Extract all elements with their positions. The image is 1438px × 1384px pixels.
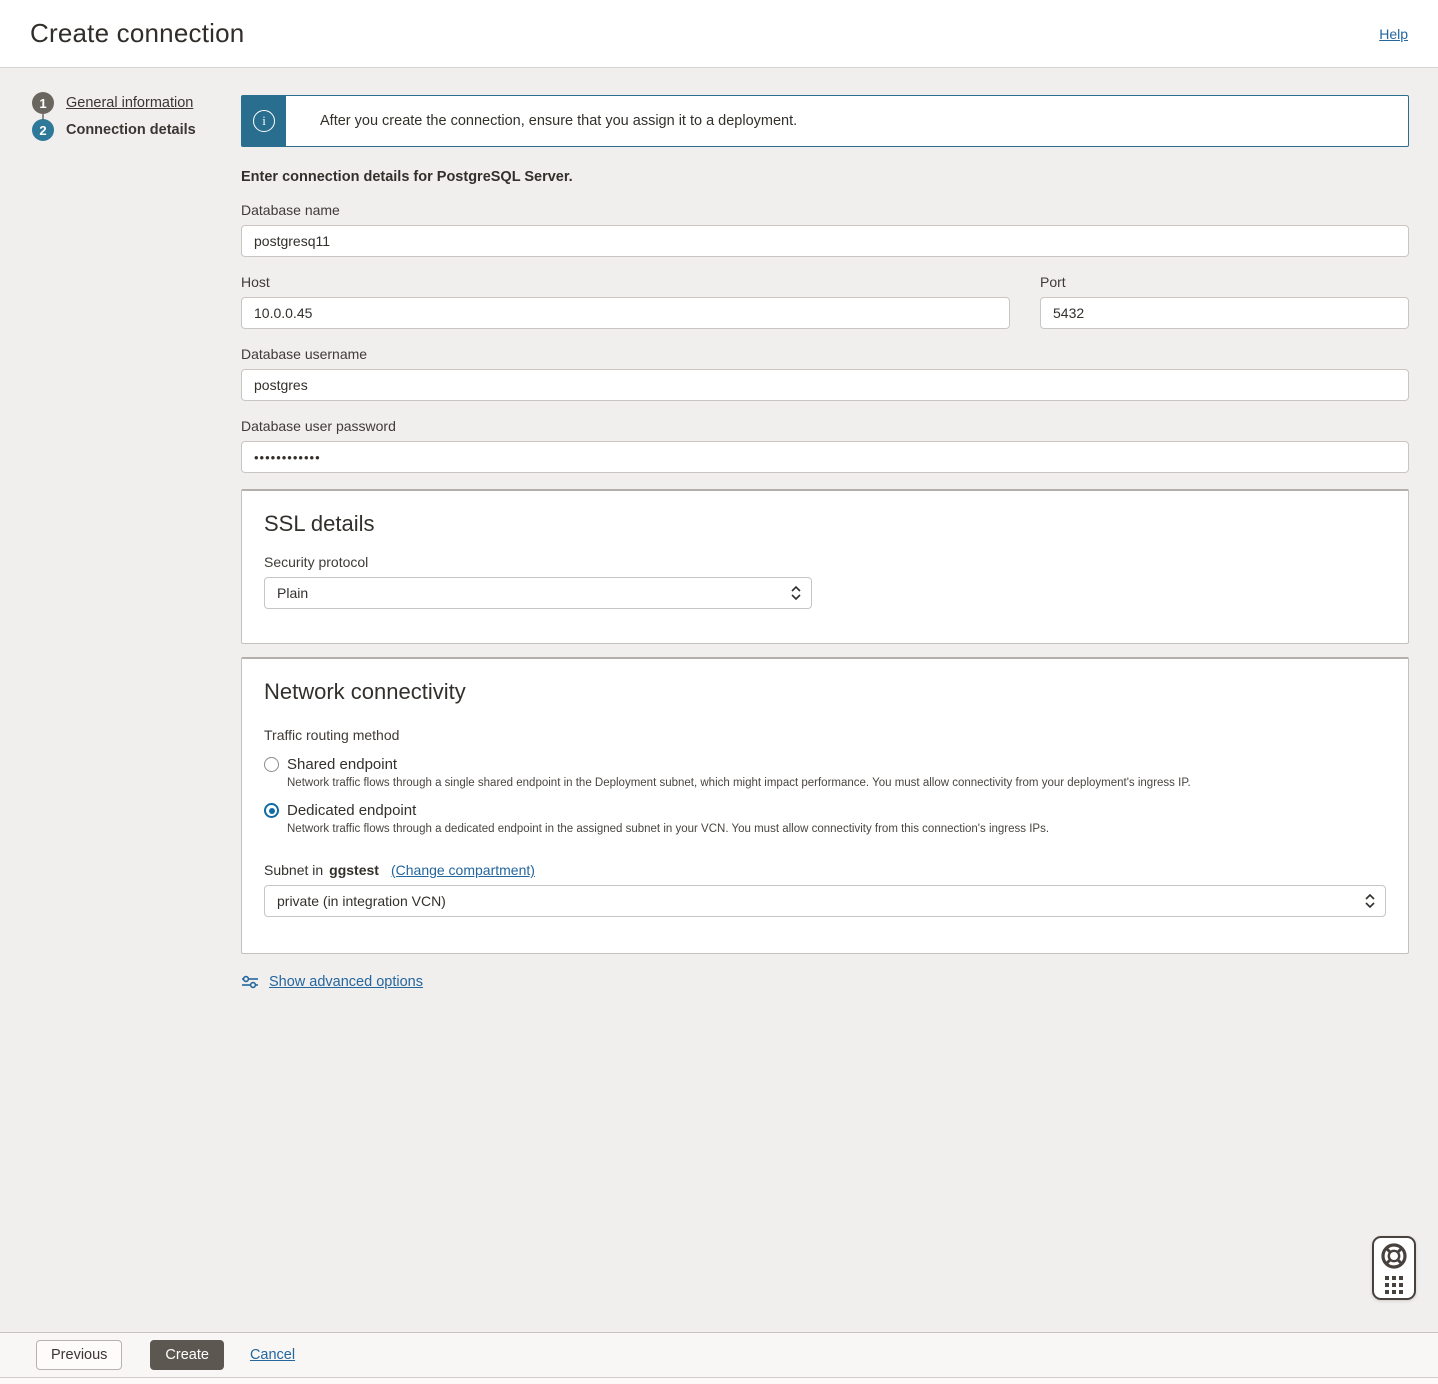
network-connectivity-panel: Network connectivity Traffic routing met… xyxy=(241,657,1409,954)
dedicated-endpoint-option[interactable]: Dedicated endpoint xyxy=(264,802,1386,819)
dedicated-endpoint-label: Dedicated endpoint xyxy=(287,802,417,819)
traffic-routing-method-label: Traffic routing method xyxy=(264,727,400,743)
host-label: Host xyxy=(241,274,270,290)
database-user-password-input[interactable] xyxy=(241,441,1409,473)
dedicated-endpoint-description: Network traffic flows through a dedicate… xyxy=(287,823,1050,835)
port-input[interactable] xyxy=(1040,297,1409,329)
wizard-stepper: 1 General information 2 Connection detai… xyxy=(0,68,241,146)
step-1-label: General information xyxy=(66,95,193,111)
info-banner-icon-box: i xyxy=(242,96,286,146)
dedicated-endpoint-radio[interactable] xyxy=(264,803,279,818)
subnet-label-prefix: Subnet in xyxy=(264,862,324,878)
step-1-circle: 1 xyxy=(32,92,54,114)
form-intro-text: Enter connection details for PostgreSQL … xyxy=(241,169,573,185)
select-chevrons-icon xyxy=(791,586,801,600)
subnet-select[interactable]: private (in integration VCN) xyxy=(264,885,1386,917)
security-protocol-value: Plain xyxy=(277,585,309,601)
subnet-select-value: private (in integration VCN) xyxy=(277,893,446,909)
page-title: Create connection xyxy=(30,18,245,48)
life-ring-icon xyxy=(1381,1243,1407,1269)
shared-endpoint-option[interactable]: Shared endpoint xyxy=(264,756,1386,773)
host-input[interactable] xyxy=(241,297,1010,329)
help-link[interactable]: Help xyxy=(1379,26,1408,42)
show-advanced-options-link[interactable]: Show advanced options xyxy=(269,974,423,990)
dots-grid-icon xyxy=(1385,1276,1403,1294)
shared-endpoint-radio[interactable] xyxy=(264,757,279,772)
database-username-input[interactable] xyxy=(241,369,1409,401)
info-banner-text: After you create the connection, ensure … xyxy=(320,113,798,129)
database-name-input[interactable] xyxy=(241,225,1409,257)
subnet-compartment-name: ggstest xyxy=(329,862,379,878)
security-protocol-label: Security protocol xyxy=(264,554,369,570)
step-2-label: Connection details xyxy=(66,122,196,138)
previous-button[interactable]: Previous xyxy=(36,1340,123,1370)
subnet-label-line: Subnet in ggstest (Change compartment) xyxy=(264,862,1386,878)
ssl-details-panel: SSL details Security protocol Plain xyxy=(241,489,1409,644)
shared-endpoint-label: Shared endpoint xyxy=(287,756,398,773)
database-user-password-label: Database user password xyxy=(241,418,396,434)
create-button[interactable]: Create xyxy=(150,1340,224,1370)
cancel-link[interactable]: Cancel xyxy=(250,1347,295,1363)
main-content: i After you create the connection, ensur… xyxy=(241,68,1409,990)
network-connectivity-title: Network connectivity xyxy=(264,679,466,704)
sliders-icon xyxy=(242,975,258,989)
advanced-options-row: Show advanced options xyxy=(241,974,1409,990)
step-general-information[interactable]: 1 General information xyxy=(32,92,241,114)
step-2-circle: 2 xyxy=(32,119,54,141)
ssl-details-title: SSL details xyxy=(264,511,375,536)
wizard-footer: Previous Create Cancel xyxy=(0,1332,1438,1378)
create-connection-page: Create connection Help 1 General informa… xyxy=(0,0,1438,1384)
change-compartment-link[interactable]: (Change compartment) xyxy=(391,862,535,878)
database-name-label: Database name xyxy=(241,202,340,218)
page-header: Create connection Help xyxy=(0,0,1438,68)
info-banner: i After you create the connection, ensur… xyxy=(241,95,1409,147)
shared-endpoint-description: Network traffic flows through a single s… xyxy=(287,777,1191,789)
help-widget[interactable] xyxy=(1372,1236,1416,1300)
step-connection-details: 2 Connection details xyxy=(32,119,241,141)
step-1-link[interactable]: General information xyxy=(66,95,193,111)
database-username-label: Database username xyxy=(241,346,368,362)
port-label: Port xyxy=(1040,274,1066,290)
info-icon: i xyxy=(253,110,275,132)
bottom-strip xyxy=(0,1378,1438,1384)
security-protocol-select[interactable]: Plain xyxy=(264,577,812,609)
select-chevrons-icon xyxy=(1365,894,1375,908)
